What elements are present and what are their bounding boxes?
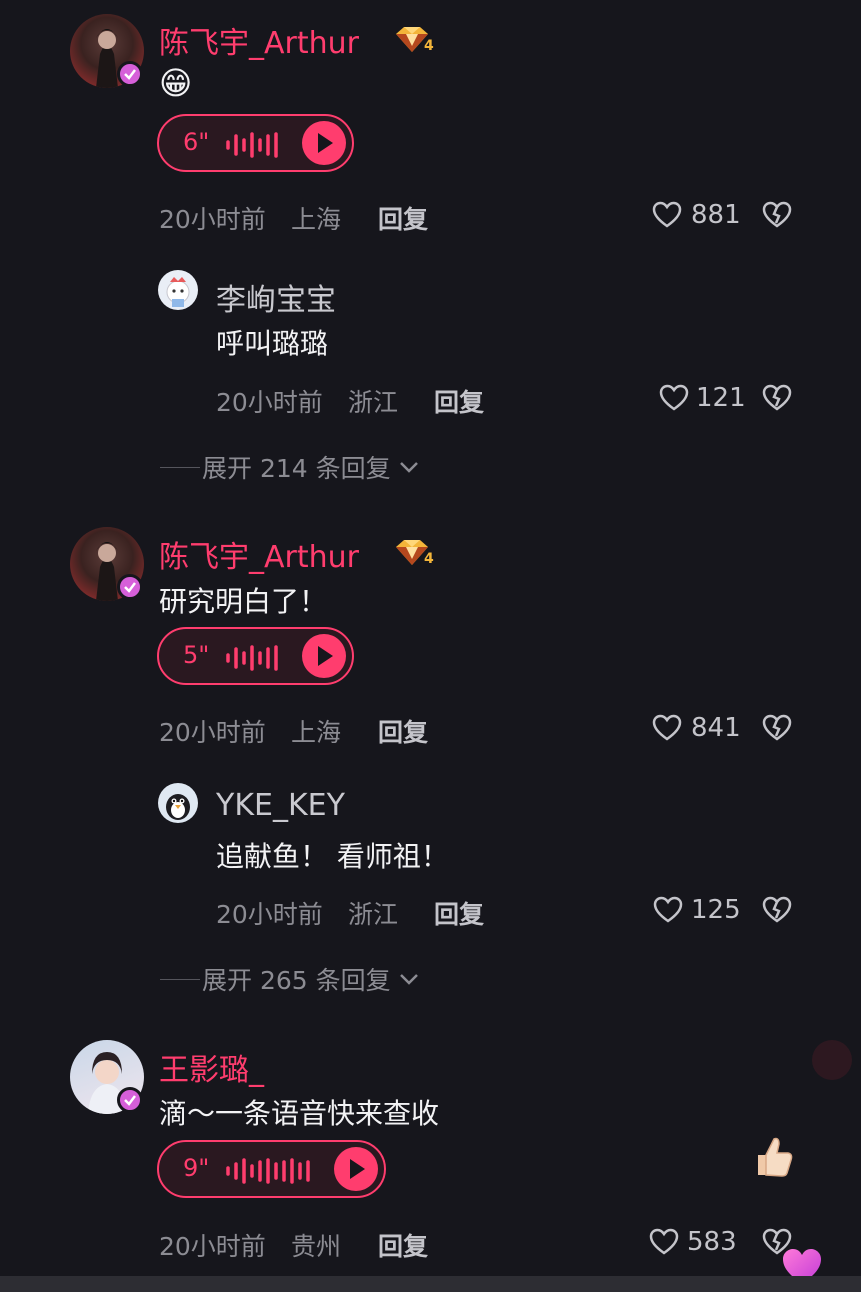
reply-author-name[interactable]: 李峋宝宝 <box>216 275 336 319</box>
comment-text: 研究明白了！ <box>159 585 328 618</box>
author-name[interactable]: 王影璐_ <box>159 1045 264 1089</box>
heart-icon[interactable] <box>659 384 689 412</box>
reply-location: 浙江 <box>348 388 399 417</box>
reply-button[interactable]: 回复 <box>378 200 428 236</box>
voice-message-button[interactable]: 9" <box>157 1140 386 1198</box>
reply-button[interactable]: 回复 <box>434 383 484 419</box>
comment-time: 20小时前 <box>159 205 266 234</box>
decorative-circle <box>812 1040 852 1080</box>
author-name[interactable]: 陈飞宇_Arthur <box>159 18 359 62</box>
author-name[interactable]: 陈飞宇_Arthur <box>159 532 359 576</box>
expand-replies-button[interactable]: 展开 265 条回复 <box>160 962 421 996</box>
level-diamond-icon: 4 <box>392 537 436 571</box>
like-count: 121 <box>696 383 746 413</box>
level-diamond-icon: 4 <box>392 24 436 58</box>
chevron-down-icon <box>399 462 418 473</box>
divider <box>160 466 200 468</box>
verified-icon <box>117 1087 143 1113</box>
waveform-icon <box>226 1158 310 1184</box>
comment-text: 滴～一条语音快来查收 <box>159 1097 440 1130</box>
heart-icon[interactable] <box>652 201 682 229</box>
waveform-icon <box>226 645 278 671</box>
expand-replies-label: 展开 214 条回复 <box>202 454 391 483</box>
play-icon[interactable] <box>334 1147 378 1191</box>
like-count: 841 <box>691 713 741 743</box>
comment-time: 20小时前 <box>159 1232 266 1261</box>
reply-location: 浙江 <box>348 900 399 929</box>
level-number: 4 <box>424 38 434 54</box>
thumbs-up-icon[interactable] <box>752 1133 796 1179</box>
reply-button[interactable]: 回复 <box>378 713 428 749</box>
comment-time: 20小时前 <box>159 718 266 747</box>
reply-text: 呼叫璐璐 <box>216 327 329 360</box>
like-count: 881 <box>691 200 741 230</box>
voice-duration: 5" <box>183 641 210 669</box>
heart-icon[interactable] <box>653 896 683 924</box>
reply-button[interactable]: 回复 <box>378 1227 428 1263</box>
heart-icon[interactable] <box>652 714 682 742</box>
waveform-icon <box>226 132 278 158</box>
bottom-bar <box>0 1276 861 1292</box>
like-count: 583 <box>687 1227 737 1257</box>
comment-text: 😁 <box>159 64 193 102</box>
chevron-down-icon <box>399 974 418 985</box>
voice-duration: 6" <box>183 128 210 156</box>
verified-icon <box>117 61 143 87</box>
reply-button[interactable]: 回复 <box>434 895 484 931</box>
comment-location: 贵州 <box>291 1232 342 1261</box>
comment-location: 上海 <box>291 205 342 234</box>
reply-avatar[interactable] <box>158 783 198 823</box>
level-number: 4 <box>424 551 434 567</box>
dislike-heart-icon[interactable] <box>762 201 792 229</box>
reply-avatar[interactable] <box>158 270 198 310</box>
reply-time: 20小时前 <box>216 388 323 417</box>
voice-duration: 9" <box>183 1154 210 1182</box>
dislike-heart-icon[interactable] <box>762 896 792 924</box>
comment-location: 上海 <box>291 718 342 747</box>
play-icon[interactable] <box>302 634 346 678</box>
dislike-heart-icon[interactable] <box>762 384 792 412</box>
play-icon[interactable] <box>302 121 346 165</box>
voice-message-button[interactable]: 6" <box>157 114 354 172</box>
like-count: 125 <box>691 895 741 925</box>
verified-icon <box>117 574 143 600</box>
voice-message-button[interactable]: 5" <box>157 627 354 685</box>
reply-text: 追献鱼！ 看师祖！ <box>216 840 449 873</box>
divider <box>160 978 200 980</box>
reply-author-name[interactable]: YKE_KEY <box>216 788 345 823</box>
expand-replies-button[interactable]: 展开 214 条回复 <box>160 450 421 484</box>
heart-icon[interactable] <box>649 1228 679 1256</box>
dislike-heart-icon[interactable] <box>762 714 792 742</box>
reply-time: 20小时前 <box>216 900 323 929</box>
expand-replies-label: 展开 265 条回复 <box>202 966 391 995</box>
